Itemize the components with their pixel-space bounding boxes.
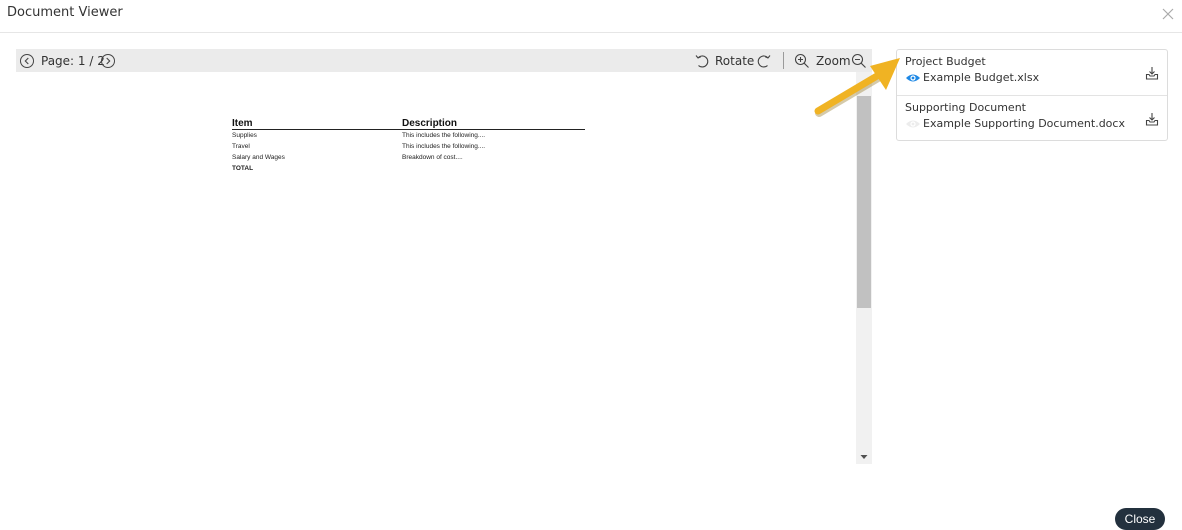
- attachment-title: Supporting Document: [905, 101, 1026, 114]
- attachment-item[interactable]: Supporting Document Example Supporting D…: [897, 95, 1167, 141]
- scroll-down-icon[interactable]: [856, 448, 872, 464]
- column-header-item: Item: [232, 118, 253, 129]
- attachment-list: Project Budget Example Budget.xlsx Suppo…: [896, 49, 1168, 141]
- table-cell: Salary and Wages: [232, 154, 285, 161]
- attachment-file-link[interactable]: Example Supporting Document.docx: [905, 117, 1125, 130]
- table-cell: Breakdown of cost....: [402, 154, 463, 161]
- zoom-in-button[interactable]: Zoom: [794, 49, 851, 72]
- zoom-out-button[interactable]: [851, 49, 867, 72]
- header-divider: [0, 32, 1182, 33]
- rotate-left-icon: [695, 54, 709, 68]
- column-header-description: Description: [402, 118, 458, 129]
- table-cell-total: TOTAL: [232, 165, 254, 172]
- zoom-out-icon: [851, 53, 866, 68]
- chevron-left-icon[interactable]: [19, 53, 35, 69]
- attachment-filename: Example Budget.xlsx: [923, 71, 1040, 84]
- download-icon[interactable]: [1145, 112, 1159, 126]
- document-canvas[interactable]: [16, 72, 856, 464]
- attachment-title: Project Budget: [905, 55, 986, 68]
- download-icon[interactable]: [1145, 66, 1159, 80]
- chevron-right-icon[interactable]: [100, 53, 116, 69]
- attachment-item[interactable]: Project Budget Example Budget.xlsx: [897, 50, 1167, 95]
- page-indicator: Page: 1 / 2: [41, 53, 105, 68]
- eye-icon[interactable]: [905, 72, 921, 84]
- viewer-toolbar: Page: 1 / 2 Rotate Zoom: [16, 49, 872, 72]
- table-cell: Supplies: [232, 132, 257, 139]
- attachment-file-link[interactable]: Example Budget.xlsx: [905, 71, 1039, 84]
- eye-icon[interactable]: [905, 118, 921, 130]
- scroll-thumb[interactable]: [857, 96, 871, 308]
- table-cell: This includes the following....: [402, 132, 486, 139]
- zoom-label: Zoom: [816, 53, 851, 68]
- zoom-in-icon: [794, 53, 809, 68]
- close-icon[interactable]: [1162, 8, 1174, 20]
- rotate-right-button[interactable]: [756, 49, 772, 72]
- toolbar-separator: [783, 52, 784, 69]
- table-cell: Travel: [232, 143, 250, 150]
- rotate-left-button[interactable]: Rotate: [694, 49, 754, 72]
- rotate-label: Rotate: [715, 53, 755, 68]
- viewer-scrollbar[interactable]: [856, 72, 872, 464]
- close-button[interactable]: Close: [1115, 508, 1165, 530]
- dialog-title: Document Viewer: [7, 5, 123, 20]
- header-rule: [232, 129, 585, 130]
- table-cell: This includes the following....: [402, 143, 486, 150]
- rotate-right-icon: [757, 54, 771, 68]
- attachment-filename: Example Supporting Document.docx: [923, 117, 1125, 130]
